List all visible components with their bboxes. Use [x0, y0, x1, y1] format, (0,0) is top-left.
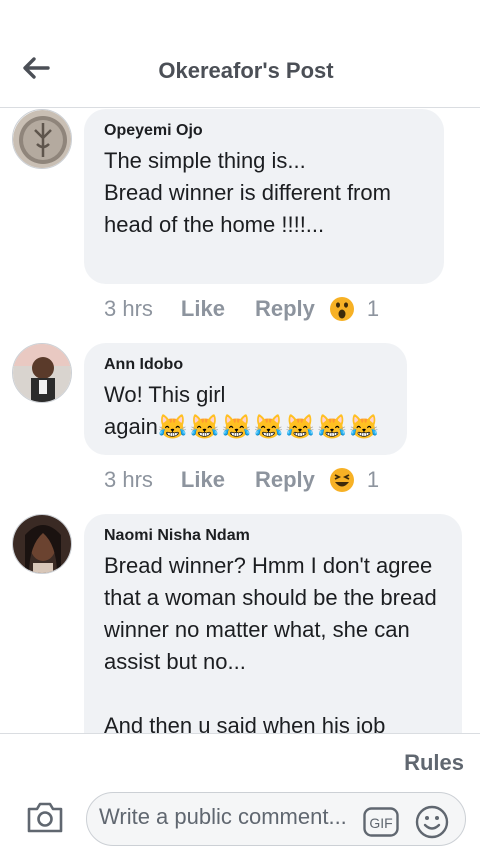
- comment-bubble[interactable]: Opeyemi Ojo The simple thing is... Bread…: [84, 109, 444, 284]
- reply-button[interactable]: Reply: [255, 296, 315, 322]
- comment-author[interactable]: Naomi Nisha Ndam: [104, 526, 442, 546]
- haha-reaction-icon[interactable]: [329, 467, 355, 493]
- gif-label: GIF: [369, 815, 392, 831]
- comment-text: Wo! This girl again 😹 😹 😹 😹 😹 😹 😹: [104, 379, 387, 443]
- comment-input-placeholder[interactable]: Write a public comment...: [99, 803, 349, 831]
- emoji-row: 😹 😹 😹 😹 😹 😹 😹: [158, 414, 379, 442]
- laughing-cat-emoji-icon: 😹: [189, 414, 220, 442]
- page-title: Okereafor's Post: [158, 58, 334, 83]
- comment-timestamp[interactable]: 3 hrs: [104, 296, 153, 322]
- like-button[interactable]: Like: [181, 296, 225, 322]
- laughing-cat-emoji-icon: 😹: [221, 414, 252, 442]
- reaction-count: 1: [366, 467, 380, 492]
- comment-bubble[interactable]: Naomi Nisha Ndam Bread winner? Hmm I don…: [84, 514, 462, 733]
- camera-icon[interactable]: [26, 800, 64, 834]
- laughing-cat-emoji-icon: 😹: [349, 414, 380, 442]
- laughing-cat-emoji-icon: 😹: [253, 414, 284, 442]
- comment-actions: 3 hrs Like Reply 1: [104, 294, 379, 324]
- comment-text: Bread winner? Hmm I don't agree that a w…: [104, 553, 437, 733]
- comment-timestamp[interactable]: 3 hrs: [104, 467, 153, 493]
- avatar[interactable]: [12, 343, 72, 403]
- emoji-icon[interactable]: [415, 805, 449, 839]
- reply-button[interactable]: Reply: [255, 467, 315, 493]
- comment-text: The simple thing is... Bread winner is d…: [104, 148, 391, 237]
- avatar[interactable]: [12, 109, 72, 169]
- gif-icon[interactable]: GIF: [363, 807, 399, 837]
- emblem-avatar-image: [13, 110, 71, 168]
- comment-author[interactable]: Ann Idobo: [104, 355, 387, 375]
- wow-reaction-icon[interactable]: [329, 296, 355, 322]
- comment-actions: 3 hrs Like Reply 1: [104, 465, 379, 495]
- comment-bubble[interactable]: Ann Idobo Wo! This girl again 😹 😹 😹 😹 😹 😹 😹: [84, 343, 407, 455]
- avatar[interactable]: [12, 514, 72, 574]
- laughing-cat-emoji-icon: 😹: [317, 414, 348, 442]
- reaction-count: 1: [366, 296, 380, 321]
- laughing-cat-emoji-icon: 😹: [157, 414, 188, 442]
- like-button[interactable]: Like: [181, 467, 225, 493]
- comment-author[interactable]: Opeyemi Ojo: [104, 121, 424, 141]
- comments-list[interactable]: Opeyemi Ojo The simple thing is... Bread…: [0, 109, 480, 733]
- photo-avatar-image: [13, 344, 71, 402]
- comment-footer: Rules Write a public comment... GIF: [0, 733, 480, 854]
- app-header: Okereafor's Post: [0, 0, 480, 108]
- photo-avatar-image: [13, 515, 71, 573]
- laughing-cat-emoji-icon: 😹: [285, 414, 316, 442]
- rules-link[interactable]: Rules: [404, 750, 464, 776]
- comment-input[interactable]: Write a public comment... GIF: [86, 792, 466, 846]
